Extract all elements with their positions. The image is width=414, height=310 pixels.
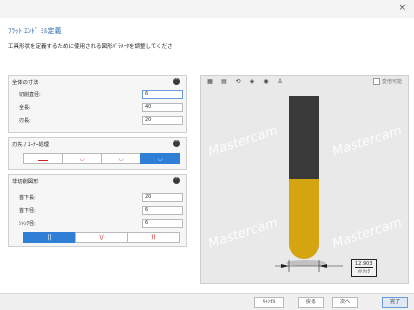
section-title: 全体の寸法 <box>12 79 39 86</box>
finish-button[interactable]: 完了 <box>382 297 408 308</box>
overall-dimensions-header[interactable]: 全体の寸法 ⌃ <box>9 76 186 87</box>
collapse-icon[interactable]: ⌃ <box>173 78 180 85</box>
section-title: 非切削図形 <box>12 178 39 185</box>
flute-length-field[interactable]: 20 <box>142 116 183 125</box>
back-button[interactable]: 戻る <box>298 297 324 308</box>
dimension-label: 12.903 ﾒﾄﾘｯｸ <box>351 259 377 277</box>
dialog-title: ﾌﾗｯﾄ ｴﾝﾄﾞ ﾐﾙ定義 <box>8 27 62 35</box>
neck-option-straight[interactable]: || <box>23 232 76 243</box>
tool-flute <box>289 179 319 259</box>
section-title: 刃先 / ｺｰﾅｰ処理 <box>12 141 49 148</box>
dimension-unit: ﾒﾄﾘｯｸ <box>355 267 373 275</box>
overall-length-label: 全長: <box>19 105 31 111</box>
corner-flat-icon <box>38 157 48 161</box>
tool-shank <box>289 96 319 179</box>
next-button[interactable]: 次へ <box>332 297 358 308</box>
neck-option-relieved[interactable]: )( <box>127 232 180 243</box>
overall-dimensions-section: 全体の寸法 ⌃ 切削直径: 6 全長: 40 刃長: 20 <box>8 75 187 133</box>
cancel-button[interactable]: ｷｬﾝｾﾙ <box>254 297 284 308</box>
neck-option-taper[interactable]: \/ <box>75 232 128 243</box>
close-icon[interactable]: × <box>398 3 406 13</box>
corner-option-radius-2[interactable]: ◡ <box>101 153 141 164</box>
corner-option-radius-1[interactable]: ◡ <box>62 153 102 164</box>
shank-diameter-field[interactable]: 6 <box>142 219 183 228</box>
tool-shadow <box>286 260 326 266</box>
title-bar <box>0 0 414 18</box>
corner-option-flat[interactable] <box>23 153 63 164</box>
footer-bar: ｷｬﾝｾﾙ 戻る 次へ 完了 <box>0 293 414 310</box>
dimension-arrow-left <box>281 264 289 268</box>
tool-preview-panel: ▦ ▤ ⟲ ◈ ◉ ♙ 変倍可能 Mastercam Mastercam Mas… <box>200 75 409 284</box>
neck-length-field[interactable]: 20 <box>142 193 183 202</box>
cut-diameter-label: 切削直径: <box>19 92 41 98</box>
instruction-text: 工具形状を定義するために使用される図形ﾊﾟﾗﾒｰﾀを調整してくださ <box>8 44 173 50</box>
corner-treatment-section: 刃先 / ｺｰﾅｰ処理 ⌃ ◡ ◡ ◡ <box>8 137 187 170</box>
collapse-icon[interactable]: ⌃ <box>173 140 180 147</box>
neck-option-group: || \/ )( <box>23 232 180 243</box>
corner-treatment-header[interactable]: 刃先 / ｺｰﾅｰ処理 ⌃ <box>9 138 186 149</box>
corner-option-group: ◡ ◡ ◡ <box>23 153 180 164</box>
cut-diameter-field[interactable]: 6 <box>142 90 183 99</box>
neck-diameter-field[interactable]: 6 <box>142 206 183 215</box>
shank-diameter-label: ｼｬﾝｸ径: <box>19 221 36 227</box>
collapse-icon[interactable]: ⌃ <box>173 177 180 184</box>
corner-option-full-radius[interactable]: ◡ <box>140 153 180 164</box>
non-cutting-header[interactable]: 非切削図形 ⌃ <box>9 175 186 186</box>
overall-length-field[interactable]: 40 <box>142 103 183 112</box>
neck-diameter-label: 首下径: <box>19 208 36 214</box>
neck-length-label: 首下長: <box>19 195 36 201</box>
flute-length-label: 刃長: <box>19 118 31 124</box>
dimension-value: 12.903 <box>355 261 373 267</box>
tool-drawing <box>275 96 343 272</box>
non-cutting-section: 非切削図形 ⌃ 首下長: 20 首下径: 6 ｼｬﾝｸ径: 6 || \/ )( <box>8 174 187 247</box>
